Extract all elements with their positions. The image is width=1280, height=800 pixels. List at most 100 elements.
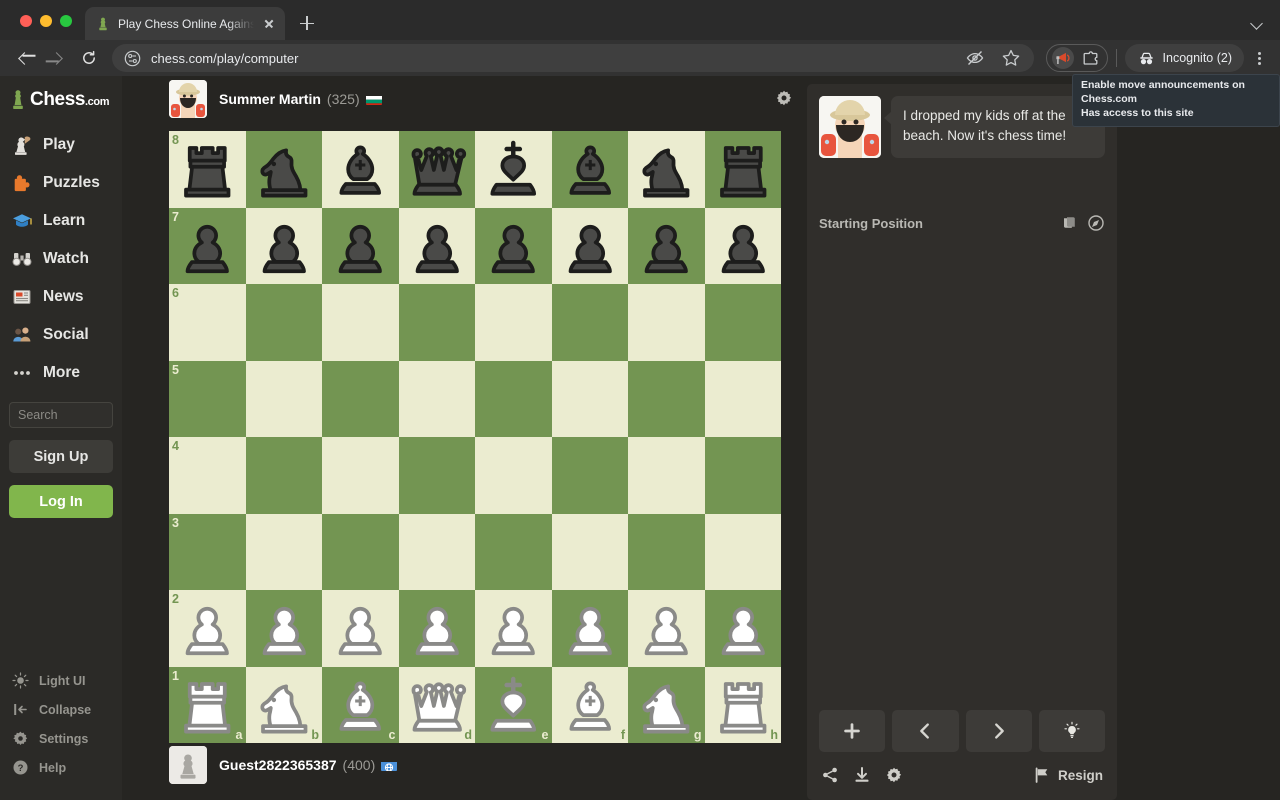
board-square-a7[interactable]: 7 (169, 207, 246, 285)
avatar[interactable] (169, 80, 207, 118)
minimize-window-button[interactable] (40, 15, 52, 27)
sidebar-item-settings[interactable]: Settings (0, 724, 122, 753)
black-bishop-piece[interactable] (322, 131, 399, 208)
board-square-c4[interactable] (322, 437, 399, 514)
white-king-piece[interactable] (475, 667, 552, 744)
extensions-puzzle-icon[interactable] (1080, 47, 1102, 69)
sidebar-item-more[interactable]: More (0, 354, 122, 392)
board-square-a4[interactable]: 4 (169, 437, 246, 514)
board-square-c3[interactable] (322, 513, 399, 590)
board-square-d4[interactable] (398, 437, 475, 514)
board-square-c2[interactable] (322, 590, 399, 667)
black-rook-piece[interactable] (169, 131, 246, 208)
black-pawn-piece[interactable] (246, 208, 323, 285)
board-square-b3[interactable] (245, 513, 322, 590)
black-pawn-piece[interactable] (399, 208, 476, 285)
game-settings-button[interactable] (885, 766, 903, 784)
black-rook-piece[interactable] (705, 131, 782, 208)
board-square-c7[interactable] (322, 207, 399, 284)
board-square-a5[interactable]: 5 (169, 360, 246, 437)
white-pawn-piece[interactable] (628, 590, 705, 667)
white-pawn-piece[interactable] (246, 590, 323, 667)
maximize-window-button[interactable] (60, 15, 72, 27)
board-square-g6[interactable] (628, 284, 705, 361)
board-square-h1[interactable]: h (704, 666, 781, 743)
board-square-f7[interactable] (551, 207, 628, 284)
white-pawn-piece[interactable] (322, 590, 399, 667)
board-square-b5[interactable] (245, 360, 322, 437)
board-square-f1[interactable]: f (551, 666, 629, 744)
board-square-f3[interactable] (551, 513, 628, 590)
search-input[interactable] (18, 408, 104, 422)
board-square-e3[interactable] (475, 513, 552, 590)
board-square-a1[interactable]: 1a (169, 666, 246, 743)
board-square-e8[interactable] (475, 131, 552, 208)
white-bishop-piece[interactable] (552, 667, 629, 744)
sidebar-item-puzzles[interactable]: Puzzles (0, 164, 122, 202)
sidebar-item-watch[interactable]: Watch (0, 240, 122, 278)
white-pawn-piece[interactable] (169, 590, 246, 667)
sidebar-item-learn[interactable]: Learn (0, 202, 122, 240)
board-square-d1[interactable]: d (398, 666, 475, 743)
board-square-b4[interactable] (245, 437, 322, 514)
board-square-e6[interactable] (475, 284, 552, 361)
share-button[interactable] (821, 766, 839, 784)
board-square-c6[interactable] (322, 284, 399, 361)
board-square-b2[interactable] (245, 590, 323, 667)
hint-button[interactable] (1038, 710, 1105, 752)
chess-board[interactable]: 8 7 6 5 4 3 2 1 a b c d e f g h (169, 131, 781, 743)
next-move-button[interactable] (965, 710, 1032, 752)
board-square-h5[interactable] (704, 360, 781, 437)
download-button[interactable] (853, 766, 871, 784)
black-queen-piece[interactable] (399, 131, 476, 208)
board-square-a3[interactable]: 3 (169, 513, 246, 590)
board-square-a6[interactable]: 6 (169, 284, 246, 361)
board-square-g7[interactable] (628, 207, 705, 284)
sidebar-item-help[interactable]: ? Help (0, 753, 122, 782)
board-square-d8[interactable] (398, 131, 476, 208)
sidebar-item-play[interactable]: Play (0, 126, 122, 164)
board-square-h2[interactable] (704, 590, 781, 667)
board-square-h6[interactable] (704, 284, 781, 361)
board-square-b8[interactable] (245, 131, 322, 208)
chevron-down-icon[interactable] (1244, 9, 1270, 35)
sign-up-button[interactable]: Sign Up (9, 440, 113, 473)
board-square-g4[interactable] (628, 437, 705, 514)
board-square-e7[interactable] (475, 207, 552, 284)
eye-slash-icon[interactable] (964, 47, 986, 69)
sidebar-item-collapse[interactable]: Collapse (0, 695, 122, 724)
board-square-g8[interactable] (628, 131, 705, 208)
board-square-e5[interactable] (475, 360, 552, 437)
gear-icon[interactable] (775, 89, 793, 107)
white-pawn-piece[interactable] (475, 590, 552, 667)
resign-button[interactable]: Resign (1033, 766, 1103, 784)
site-settings-icon[interactable] (124, 50, 141, 67)
board-square-h3[interactable] (704, 513, 781, 590)
log-in-button[interactable]: Log In (9, 485, 113, 518)
board-square-g1[interactable]: g (628, 666, 705, 743)
board-square-h8[interactable] (704, 131, 782, 208)
incognito-profile-button[interactable]: Incognito (2) (1124, 44, 1244, 72)
new-tab-button[interactable] (293, 9, 321, 37)
board-square-a2[interactable]: 2 (169, 590, 246, 667)
board-square-d6[interactable] (398, 284, 475, 361)
board-square-e1[interactable]: e (475, 666, 552, 744)
sidebar-item-light-ui[interactable]: Light UI (0, 666, 122, 695)
board-square-d2[interactable] (398, 590, 475, 667)
board-square-f4[interactable] (551, 437, 628, 514)
black-pawn-piece[interactable] (169, 208, 246, 285)
board-square-b6[interactable] (245, 284, 322, 361)
back-button[interactable] (10, 43, 40, 73)
board-square-d5[interactable] (398, 360, 475, 437)
avatar[interactable] (169, 746, 207, 784)
white-pawn-piece[interactable] (552, 590, 629, 667)
board-square-g5[interactable] (628, 360, 705, 437)
board-square-c1[interactable]: c (322, 666, 399, 743)
board-square-f2[interactable] (551, 590, 629, 667)
forward-button[interactable] (42, 43, 72, 73)
board-square-f5[interactable] (551, 360, 628, 437)
black-bishop-piece[interactable] (552, 131, 629, 208)
board-square-e4[interactable] (475, 437, 552, 514)
previous-move-button[interactable] (892, 710, 959, 752)
address-bar[interactable]: chess.com/play/computer (112, 44, 1034, 72)
